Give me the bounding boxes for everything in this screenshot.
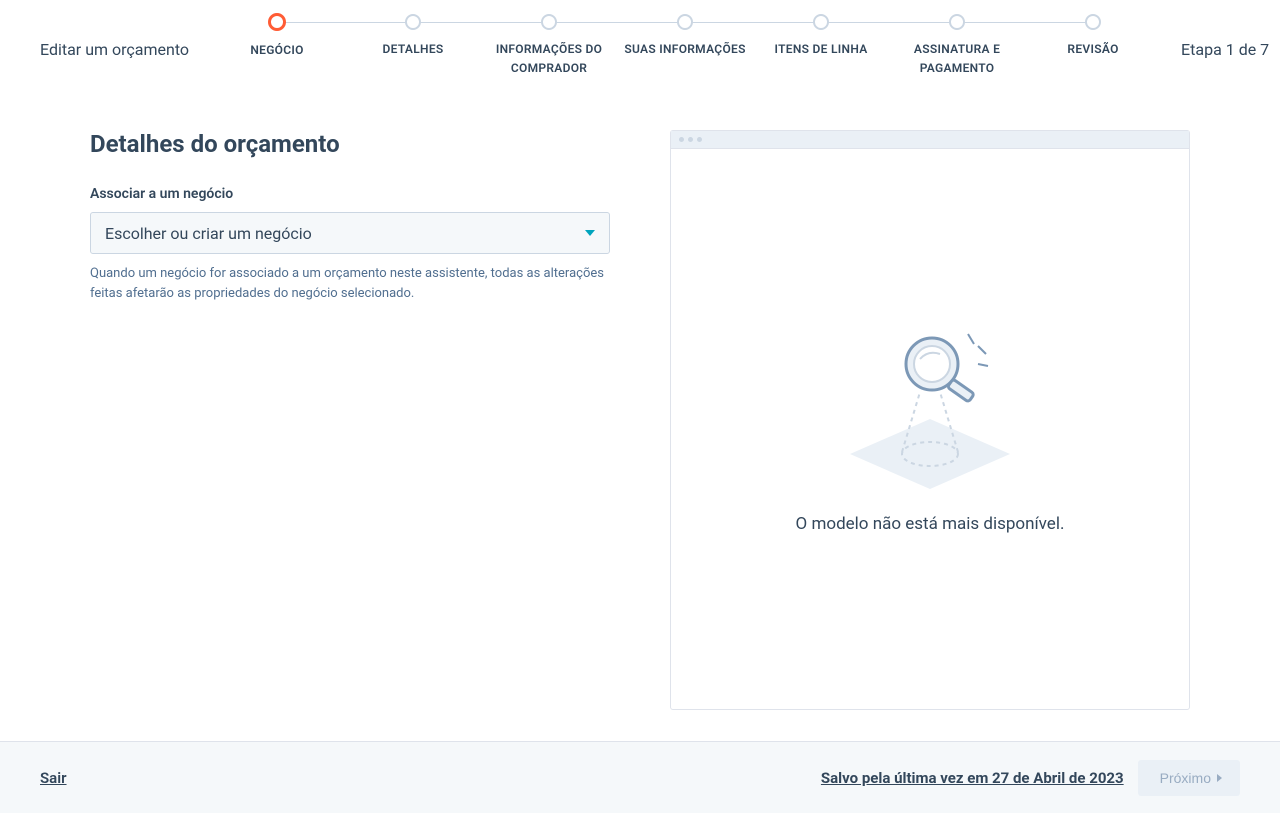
last-saved-link[interactable]: Salvo pela última vez em 27 de Abril de …: [821, 769, 1124, 787]
step-circle-icon: [949, 14, 965, 30]
step-revisao[interactable]: REVISÃO: [1025, 14, 1161, 59]
deal-help-text: Quando um negócio for associado a um orç…: [90, 264, 610, 303]
chrome-dot-icon: [679, 137, 684, 142]
form-column: Detalhes do orçamento Associar a um negó…: [90, 130, 610, 741]
step-label: SUAS INFORMAÇÕES: [620, 40, 749, 59]
preview-column: O modelo não está mais disponível.: [670, 130, 1190, 741]
next-button[interactable]: Próximo: [1138, 760, 1240, 796]
step-circle-icon: [813, 14, 829, 30]
next-button-label: Próximo: [1160, 770, 1211, 786]
footer-left: Sair: [40, 768, 67, 787]
step-connector: [549, 22, 685, 23]
preview-empty-message: O modelo não está mais disponível.: [796, 514, 1065, 534]
step-label: DETALHES: [379, 40, 448, 59]
preview-window-chrome: [671, 131, 1189, 149]
step-connector: [277, 22, 413, 23]
step-circle-icon: [268, 13, 286, 31]
step-circle-icon: [405, 14, 421, 30]
step-itens-linha[interactable]: ITENS DE LINHA: [753, 14, 889, 59]
empty-state-illustration: [840, 324, 1020, 494]
chevron-down-icon: [585, 230, 595, 236]
main-content: Detalhes do orçamento Associar a um negó…: [0, 100, 1280, 741]
chrome-dot-icon: [697, 137, 702, 142]
step-connector: [957, 22, 1093, 23]
step-circle-icon: [1085, 14, 1101, 30]
step-connector: [821, 22, 957, 23]
step-label: ASSINATURA E PAGAMENTO: [889, 40, 1025, 78]
stepper-track: NEGÓCIO DETALHES INFORMAÇÕES DO COMPRADO…: [209, 14, 1161, 78]
stepper: NEGÓCIO DETALHES INFORMAÇÕES DO COMPRADO…: [189, 14, 1181, 78]
step-negocio[interactable]: NEGÓCIO: [209, 14, 345, 60]
exit-link[interactable]: Sair: [40, 769, 67, 787]
chrome-dot-icon: [688, 137, 693, 142]
wizard-header: Editar um orçamento NEGÓCIO DETALHES INF…: [0, 0, 1280, 100]
step-circle-icon: [677, 14, 693, 30]
section-title: Detalhes do orçamento: [90, 130, 610, 158]
step-label: REVISÃO: [1063, 40, 1122, 59]
step-label: ITENS DE LINHA: [771, 40, 872, 59]
step-label: NEGÓCIO: [246, 41, 307, 60]
deal-select[interactable]: Escolher ou criar um negócio: [90, 212, 610, 254]
page-title: Editar um orçamento: [40, 14, 189, 59]
step-connector: [685, 22, 821, 23]
step-suas-info[interactable]: SUAS INFORMAÇÕES: [617, 14, 753, 59]
step-assinatura[interactable]: ASSINATURA E PAGAMENTO: [889, 14, 1025, 78]
step-counter: Etapa 1 de 7: [1181, 14, 1269, 59]
footer-right: Salvo pela última vez em 27 de Abril de …: [821, 760, 1240, 796]
step-info-comprador[interactable]: INFORMAÇÕES DO COMPRADOR: [481, 14, 617, 78]
deal-select-placeholder: Escolher ou criar um negócio: [105, 224, 312, 243]
chevron-right-icon: [1217, 774, 1222, 782]
wizard-footer: Sair Salvo pela última vez em 27 de Abri…: [0, 741, 1280, 813]
step-label: INFORMAÇÕES DO COMPRADOR: [481, 40, 617, 78]
step-connector: [413, 22, 549, 23]
deal-field-label: Associar a um negócio: [90, 186, 610, 202]
step-detalhes[interactable]: DETALHES: [345, 14, 481, 59]
preview-body: O modelo não está mais disponível.: [671, 149, 1189, 709]
step-circle-icon: [541, 14, 557, 30]
preview-panel: O modelo não está mais disponível.: [670, 130, 1190, 710]
